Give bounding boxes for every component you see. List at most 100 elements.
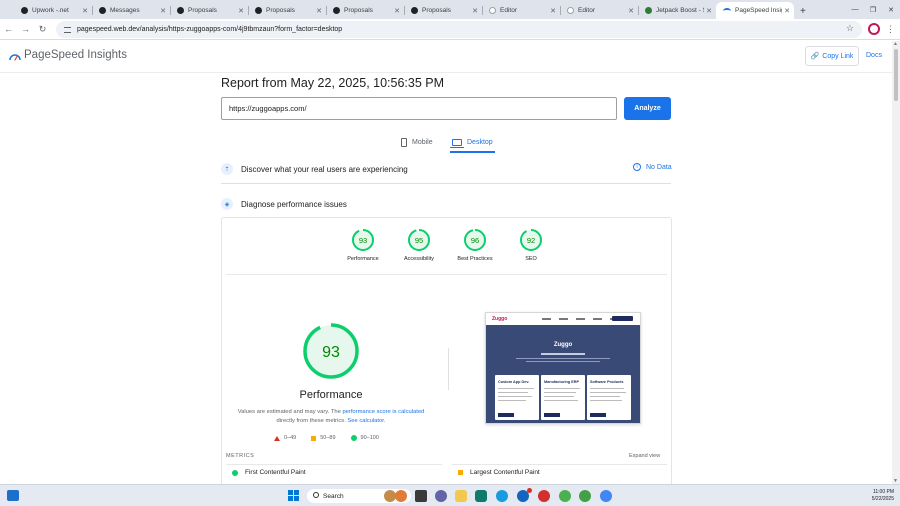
browser-tab[interactable]: Editor ✕ <box>560 2 638 19</box>
opera-icon[interactable] <box>538 490 550 502</box>
widgets-icon[interactable] <box>7 490 19 501</box>
metrics-heading: METRICS <box>226 453 255 459</box>
gauge-ring-icon: 95 <box>408 229 430 251</box>
teams-icon[interactable] <box>435 490 447 502</box>
tab-mobile[interactable]: Mobile <box>401 134 433 151</box>
windows-taskbar: Search 11:00 PM 5/22/2025 <box>0 484 900 506</box>
jetpack-icon <box>645 7 652 14</box>
gauge-seo[interactable]: 92 SEO <box>501 228 561 262</box>
gauge-ring-icon: 96 <box>464 229 486 251</box>
gauge-label: SEO <box>525 256 537 262</box>
legend-good-label: 90–100 <box>360 435 379 441</box>
no-data-indicator[interactable]: i No Data <box>633 163 672 171</box>
docs-link[interactable]: Docs <box>866 52 882 59</box>
gauge-performance[interactable]: 93 Performance <box>333 228 393 262</box>
browser-tab[interactable]: Messages ✕ <box>92 2 170 19</box>
browser-tab[interactable]: Proposals ✕ <box>170 2 248 19</box>
circle-icon <box>350 435 357 441</box>
diagnose-section: ◈ Diagnose performance issues <box>221 196 347 212</box>
close-tab-icon[interactable]: ✕ <box>394 7 400 15</box>
chrome-icon[interactable] <box>559 490 571 502</box>
gauge-ring-icon: 92 <box>520 229 542 251</box>
estimate-text: Values are estimated and may vary. The <box>237 409 343 415</box>
edge-icon[interactable] <box>496 490 508 502</box>
browser-tab[interactable]: Upwork -.net ✕ <box>14 2 92 19</box>
close-tab-icon[interactable]: ✕ <box>628 7 634 15</box>
triangle-icon <box>274 435 280 441</box>
scrollbar-thumb[interactable] <box>894 49 898 101</box>
performance-big-label: Performance <box>299 389 363 401</box>
scroll-up-icon[interactable]: ▲ <box>893 41 898 47</box>
close-tab-icon[interactable]: ✕ <box>784 7 790 15</box>
close-tab-icon[interactable]: ✕ <box>82 7 88 15</box>
notification-badge <box>527 488 532 493</box>
discover-heading: Discover what your real users are experi… <box>241 164 408 174</box>
metric-fcp-label: First Contentful Paint <box>245 469 306 476</box>
upwork-icon <box>255 7 262 14</box>
chrome-active-icon[interactable] <box>600 490 612 502</box>
link-icon: 🔗 <box>810 53 820 60</box>
square-icon <box>311 435 317 441</box>
upwork-icon <box>99 7 106 14</box>
browser-menu-icon[interactable]: ⋮ <box>886 23 895 35</box>
legend-poor-label: 0–49 <box>284 435 297 441</box>
score-gauges: 93 Performance 95 Accessibility 96 Best … <box>222 218 671 273</box>
close-tab-icon[interactable]: ✕ <box>316 7 322 15</box>
url-input[interactable] <box>221 97 617 120</box>
performance-big-gauge: 93 <box>303 323 359 379</box>
psi-header: PageSpeed Insights 🔗 Copy Link Docs <box>0 41 892 73</box>
editor-icon <box>489 7 496 14</box>
analyze-button[interactable]: Analyze <box>624 97 671 120</box>
browser-tab[interactable]: Proposals ✕ <box>404 2 482 19</box>
browser-tab[interactable]: Jetpack Boost - S ✕ <box>638 2 716 19</box>
reload-icon[interactable]: ↻ <box>34 24 51 35</box>
new-tab-button[interactable]: + <box>794 6 812 19</box>
close-tab-icon[interactable]: ✕ <box>706 7 712 15</box>
close-tab-icon[interactable]: ✕ <box>550 7 556 15</box>
legend-average: 50–89 <box>311 435 336 441</box>
upwork-icon <box>21 7 28 14</box>
back-icon[interactable]: ← <box>0 24 17 34</box>
news-icon[interactable] <box>395 490 407 502</box>
score-calc-link[interactable]: performance score is calculated <box>342 409 424 415</box>
preview-card-title: Manufacturing ERP <box>544 380 580 384</box>
store-icon[interactable] <box>475 490 487 502</box>
page-scrollbar[interactable]: ▲ ▼ <box>892 41 900 484</box>
legend-good: 90–100 <box>350 435 379 441</box>
chrome-profile-icon[interactable] <box>579 490 591 502</box>
tab-desktop[interactable]: Desktop <box>450 134 495 153</box>
preview-nav: Zuggo <box>486 313 640 325</box>
gauge-best-practices[interactable]: 96 Best Practices <box>445 228 505 262</box>
minimize-icon[interactable]: — <box>846 6 864 13</box>
address-bar[interactable]: pagespeed.web.dev/analysis/https-zuggoap… <box>56 21 862 38</box>
bookmark-star-icon[interactable]: ☆ <box>846 23 854 34</box>
desktop-monitor-icon <box>450 139 464 148</box>
site-info-icon[interactable] <box>64 26 71 33</box>
browser-tab[interactable]: Proposals ✕ <box>326 2 404 19</box>
expand-view-toggle[interactable]: Expand view <box>629 453 660 459</box>
close-tab-icon[interactable]: ✕ <box>472 7 478 15</box>
close-window-icon[interactable]: ✕ <box>882 6 900 14</box>
close-tab-icon[interactable]: ✕ <box>238 7 244 15</box>
taskbar-clock[interactable]: 11:00 PM 5/22/2025 <box>858 489 894 503</box>
browser-tab[interactable]: Editor ✕ <box>482 2 560 19</box>
preview-cta <box>612 316 633 321</box>
gauge-accessibility[interactable]: 95 Accessibility <box>389 228 449 262</box>
calculator-link[interactable]: See calculator. <box>347 418 385 424</box>
forward-icon[interactable]: → <box>17 24 34 34</box>
preview-card: Manufacturing ERP <box>541 375 585 420</box>
start-icon[interactable] <box>288 490 300 502</box>
profile-avatar-icon[interactable] <box>868 23 880 35</box>
copy-link-button[interactable]: 🔗 Copy Link <box>805 46 859 66</box>
close-tab-icon[interactable]: ✕ <box>160 7 166 15</box>
good-circle-icon <box>232 469 238 476</box>
app-icon[interactable] <box>517 488 532 502</box>
no-data-label: No Data <box>646 163 672 171</box>
browser-tab[interactable]: Proposals ✕ <box>248 2 326 19</box>
preview-card-title: Custom App Dev. <box>498 380 530 384</box>
file-explorer-icon[interactable] <box>455 490 467 502</box>
psi-brand-title[interactable]: PageSpeed Insights <box>24 49 127 61</box>
task-view-icon[interactable] <box>415 490 427 502</box>
browser-tab-active[interactable]: PageSpeed Insigh✕ <box>716 2 794 19</box>
maximize-icon[interactable]: ❐ <box>864 6 882 14</box>
